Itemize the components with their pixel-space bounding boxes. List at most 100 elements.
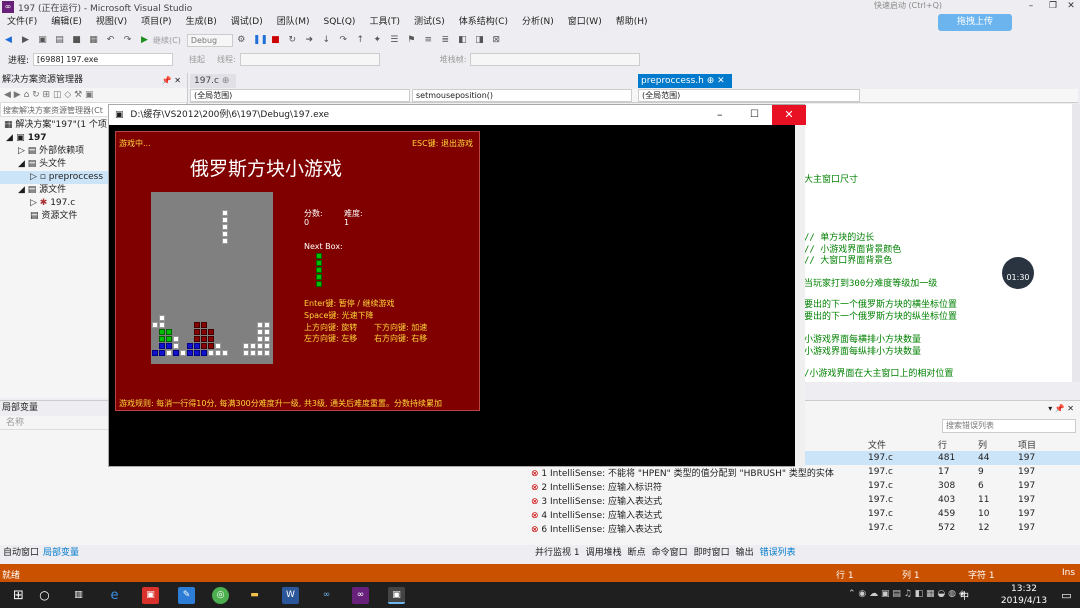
task-view-icon[interactable]: ▥: [70, 587, 87, 604]
restore-icon[interactable]: ❐: [1044, 0, 1062, 12]
step-into-icon[interactable]: ↓: [321, 35, 332, 46]
tab-locals[interactable]: 局部变量: [40, 546, 82, 560]
step-over-icon[interactable]: ↷: [338, 35, 349, 46]
tab-immediate[interactable]: 即时窗口: [691, 546, 733, 560]
menu-sql[interactable]: SQL(Q): [317, 15, 363, 30]
redo-icon[interactable]: ↷: [122, 35, 133, 46]
bookmark-next-icon[interactable]: ◨: [474, 35, 485, 46]
ime-indicator[interactable]: 中: [960, 589, 969, 602]
notification-icon[interactable]: ▭: [1058, 587, 1075, 604]
menu-build[interactable]: 生成(B): [179, 15, 224, 30]
forward-icon[interactable]: ▶: [20, 35, 31, 46]
open-file-icon[interactable]: ▤: [54, 35, 65, 46]
thread-icon[interactable]: ☰: [389, 35, 400, 46]
cloud-upload-button[interactable]: 拖拽上传: [938, 14, 1012, 31]
baidu-cloud-icon[interactable]: ∞: [318, 587, 335, 604]
pin-icon[interactable]: 📌 ✕: [162, 73, 181, 88]
tab-command[interactable]: 命令窗口: [649, 546, 691, 560]
console-minimize-icon[interactable]: –: [717, 105, 723, 125]
console-close-icon[interactable]: ✕: [772, 105, 806, 125]
stop-icon[interactable]: ■: [270, 35, 281, 46]
panel-pin-icon[interactable]: ▾ 📌 ✕: [1048, 404, 1074, 413]
col-column[interactable]: 列: [975, 437, 1015, 451]
stack-frame-select[interactable]: [470, 52, 641, 66]
tetris-game[interactable]: 游戏中... ESC键: 退出游戏 俄罗斯方块小游戏 分数: 难度: 0 1 N…: [115, 131, 480, 411]
tab-autos[interactable]: 自动窗口: [0, 546, 42, 560]
tab-error-list[interactable]: 错误列表: [757, 546, 799, 560]
back-icon[interactable]: ◀: [3, 35, 14, 46]
continue-icon[interactable]: ▶: [139, 35, 150, 46]
folder-icon: ▤: [27, 185, 40, 195]
restart-icon[interactable]: ↻: [287, 35, 298, 46]
col-line[interactable]: 行: [935, 437, 975, 451]
app-blue-icon[interactable]: ✎: [178, 587, 195, 604]
menu-edit[interactable]: 编辑(E): [44, 15, 89, 30]
comment-icon[interactable]: ≡: [423, 35, 434, 46]
close-icon[interactable]: ✕: [1062, 0, 1080, 12]
table-row[interactable]: ⊗ 2 IntelliSense: 应输入标识符 197.c 308 6 197: [528, 479, 1080, 493]
console-app-icon-taskbar[interactable]: ▣: [388, 587, 405, 604]
thread-select[interactable]: [239, 52, 380, 66]
console-maximize-icon[interactable]: ☐: [750, 105, 759, 125]
tab-parallel-watch[interactable]: 并行监视 1: [532, 546, 583, 560]
file-explorer-icon[interactable]: ▬: [246, 587, 263, 604]
menu-tools[interactable]: 工具(T): [362, 15, 407, 30]
code-editor[interactable]: 大主窗口尺寸 // 单方块的边长 // 小游戏界面背景颜色 // 大窗口界面背景…: [800, 104, 1072, 382]
menu-debug[interactable]: 调试(D): [224, 15, 270, 30]
save-icon[interactable]: ■: [71, 35, 82, 46]
tray-icons[interactable]: ⌃ ◉ ☁ ▣ ▤ ♫ ◧ ▦ ◒ ◍ ◈: [848, 589, 966, 599]
console-scrollbar[interactable]: [795, 125, 805, 467]
attach-icon[interactable]: ⚙: [236, 35, 247, 46]
col-file[interactable]: 文件: [865, 437, 935, 451]
hex-icon[interactable]: ✦: [372, 35, 383, 46]
app-green-icon[interactable]: ◎: [212, 587, 229, 604]
menu-team[interactable]: 团队(M): [270, 15, 317, 30]
menu-project[interactable]: 项目(P): [134, 15, 178, 30]
bookmark-clear-icon[interactable]: ⊠: [491, 35, 502, 46]
table-row[interactable]: ⊗ 6 IntelliSense: 应输入表达式 197.c 572 12 197: [528, 521, 1080, 535]
config-select[interactable]: Debug: [186, 33, 233, 47]
table-row[interactable]: ⊗ 4 IntelliSense: 应输入表达式 197.c 459 10 197: [528, 507, 1080, 521]
tab-output[interactable]: 输出: [733, 546, 757, 560]
save-all-icon[interactable]: ▦: [88, 35, 99, 46]
menu-analyze[interactable]: 分析(N): [515, 15, 561, 30]
tab-breakpoints[interactable]: 断点: [625, 546, 649, 560]
tab-call-stack[interactable]: 调用堆栈: [583, 546, 625, 560]
menu-test[interactable]: 测试(S): [407, 15, 452, 30]
undo-icon[interactable]: ↶: [105, 35, 116, 46]
process-select[interactable]: [6988] 197.exe: [33, 52, 174, 66]
scope-select[interactable]: (全局范围): [190, 89, 410, 102]
menu-help[interactable]: 帮助(H): [609, 15, 655, 30]
error-search-input[interactable]: 搜索错误列表: [942, 419, 1076, 433]
table-row[interactable]: ⊗ 1 IntelliSense: 不能将 "HPEN" 类型的值分配到 "HB…: [528, 465, 1080, 479]
editor-scrollbar[interactable]: [1072, 104, 1080, 382]
col-project[interactable]: 项目: [1015, 437, 1080, 451]
tab-preproccess[interactable]: preproccess.h ⊕ ✕: [638, 74, 732, 88]
hang-label[interactable]: 挂起: [189, 54, 205, 65]
pause-icon[interactable]: ❚❚: [253, 35, 268, 46]
show-next-statement-icon[interactable]: ➜: [304, 35, 315, 46]
visual-studio-icon[interactable]: ∞: [352, 587, 369, 604]
menu-view[interactable]: 视图(V): [89, 15, 134, 30]
app-red-icon[interactable]: ▣: [142, 587, 159, 604]
edge-browser-icon[interactable]: e: [106, 587, 123, 604]
uncomment-icon[interactable]: ≣: [440, 35, 451, 46]
step-out-icon[interactable]: ↑: [355, 35, 366, 46]
clock[interactable]: 13:32 2019/4/13: [994, 583, 1054, 607]
menu-architecture[interactable]: 体系结构(C): [452, 15, 515, 30]
windows-start-icon[interactable]: ⊞: [10, 587, 27, 604]
menu-file[interactable]: 文件(F): [0, 15, 44, 30]
scope2-select[interactable]: (全局范围): [638, 89, 860, 102]
menu-window[interactable]: 窗口(W): [561, 15, 609, 30]
table-row[interactable]: ⊗ 3 IntelliSense: 应输入表达式 197.c 403 11 197: [528, 493, 1080, 507]
search-icon[interactable]: ○: [36, 587, 53, 604]
minimize-icon[interactable]: –: [1022, 0, 1040, 12]
function-select[interactable]: setmouseposition(): [412, 89, 632, 102]
new-project-icon[interactable]: ▣: [37, 35, 48, 46]
bookmark-prev-icon[interactable]: ◧: [457, 35, 468, 46]
quick-launch-input[interactable]: 快速启动 (Ctrl+Q): [870, 0, 1016, 12]
bookmark-icon[interactable]: ⚑: [406, 35, 417, 46]
word-icon[interactable]: W: [282, 587, 299, 604]
continue-label[interactable]: 继续(C): [153, 35, 181, 46]
tab-197c[interactable]: 197.c ⊕ ✕: [190, 74, 236, 100]
